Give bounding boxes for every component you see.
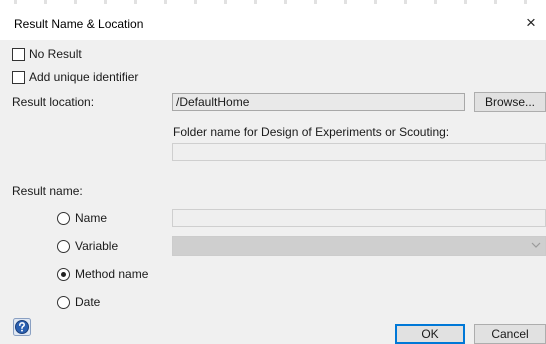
dialog-title: Result Name & Location — [14, 17, 144, 31]
result-name-label: Result name: — [12, 184, 83, 198]
radio-method-name-option[interactable]: Method name — [57, 266, 148, 282]
background-window-strip — [0, 0, 546, 4]
radio-name[interactable] — [57, 211, 70, 225]
folder-name-label: Folder name for Design of Experiments or… — [173, 125, 450, 139]
result-location-label: Result location: — [12, 95, 95, 109]
radio-date[interactable] — [57, 295, 70, 309]
no-result-option[interactable]: No Result — [12, 46, 82, 62]
add-unique-identifier-checkbox[interactable] — [12, 70, 25, 84]
radio-date-label: Date — [75, 295, 101, 309]
result-name-location-dialog: Result Name & Location × No Result Add u… — [0, 0, 546, 344]
radio-name-label: Name — [75, 211, 108, 225]
title-bar: Result Name & Location × — [0, 0, 546, 40]
no-result-label: No Result — [29, 47, 82, 61]
help-icon[interactable] — [13, 318, 31, 336]
browse-button[interactable]: Browse... — [474, 92, 546, 112]
radio-method-name-label: Method name — [75, 267, 149, 281]
no-result-checkbox[interactable] — [12, 47, 25, 61]
add-unique-identifier-option[interactable]: Add unique identifier — [12, 69, 138, 85]
close-icon[interactable]: × — [526, 12, 546, 34]
cancel-button[interactable]: Cancel — [474, 324, 546, 344]
radio-name-option[interactable]: Name — [57, 210, 107, 226]
folder-name-field[interactable] — [172, 143, 546, 161]
variable-select[interactable] — [172, 236, 546, 256]
radio-variable[interactable] — [57, 239, 70, 253]
radio-variable-label: Variable — [75, 239, 119, 253]
ok-button[interactable]: OK — [395, 324, 465, 344]
chevron-down-icon — [531, 242, 541, 248]
add-unique-identifier-label: Add unique identifier — [29, 70, 139, 84]
radio-method-name[interactable] — [57, 267, 70, 281]
name-field[interactable] — [172, 209, 546, 227]
result-location-field[interactable]: /DefaultHome — [172, 93, 465, 111]
radio-variable-option[interactable]: Variable — [57, 238, 118, 254]
radio-date-option[interactable]: Date — [57, 294, 100, 310]
